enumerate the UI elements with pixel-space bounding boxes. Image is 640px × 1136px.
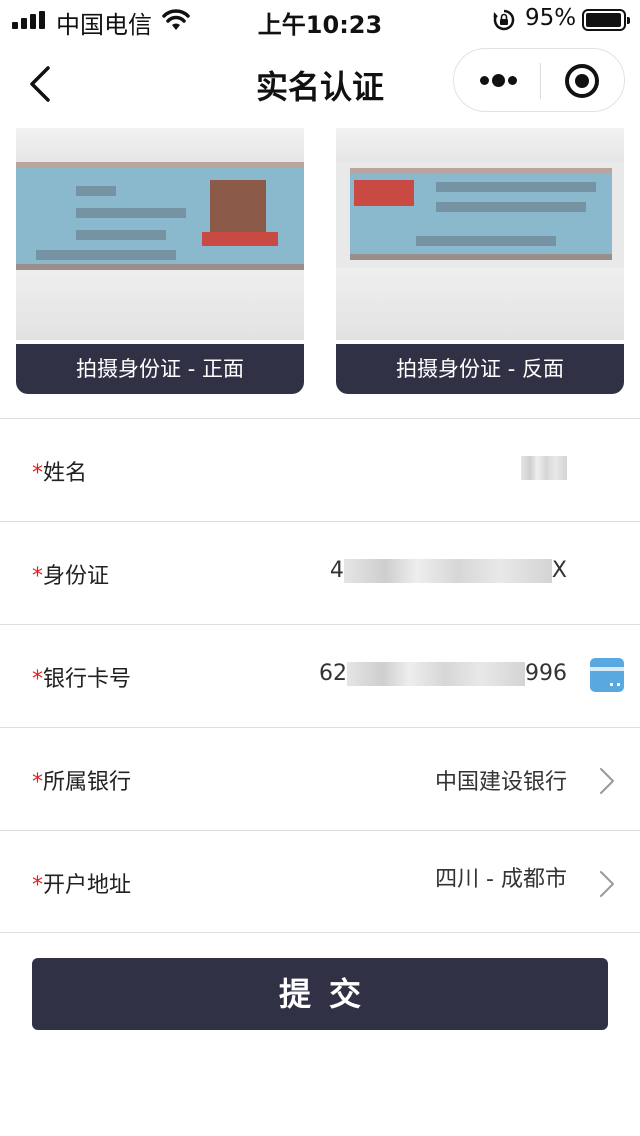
address-label: *开户地址 xyxy=(32,873,132,898)
masked-name xyxy=(521,456,567,480)
status-bar: 中国电信 上午10:23 95% xyxy=(0,0,640,40)
battery-percent: 95% xyxy=(525,5,577,31)
nav-bar: 实名认证 xyxy=(0,40,640,124)
bank-value: 中国建设银行 xyxy=(434,770,567,795)
bank-card-value: 62 996 xyxy=(319,661,567,686)
submit-button[interactable]: 提交 xyxy=(32,958,608,1030)
bank-row[interactable]: *所属银行 中国建设银行 xyxy=(0,727,640,830)
name-value xyxy=(521,455,567,480)
id-card-back-photo xyxy=(336,128,624,340)
bank-card-label: *银行卡号 xyxy=(32,667,132,692)
id-number-row[interactable]: *身份证 4X xyxy=(0,521,640,624)
id-card-front-upload[interactable]: 拍摄身份证 - 正面 xyxy=(16,128,304,394)
masked-card-digits xyxy=(347,662,525,686)
address-row[interactable]: *开户地址 四川 - 成都市 xyxy=(0,830,640,933)
name-label: *姓名 xyxy=(32,461,88,486)
id-card-back-caption: 拍摄身份证 - 反面 xyxy=(336,344,624,394)
battery-icon xyxy=(582,9,630,31)
id-card-back-upload[interactable]: 拍摄身份证 - 反面 xyxy=(336,128,624,394)
id-number-label: *身份证 xyxy=(32,564,110,589)
mini-program-capsule xyxy=(453,48,625,112)
close-button[interactable] xyxy=(541,49,626,113)
verification-form: *姓名 *身份证 4X *银行卡号 62 996 *所属银行 中国建设银行 *开户… xyxy=(0,418,640,933)
bank-card-row[interactable]: *银行卡号 62 996 xyxy=(0,624,640,727)
name-row[interactable]: *姓名 xyxy=(0,418,640,521)
address-value: 四川 - 成都市 xyxy=(435,867,567,892)
rotation-lock-icon xyxy=(493,9,515,31)
chevron-right-icon[interactable] xyxy=(598,869,616,899)
more-button[interactable] xyxy=(454,49,540,113)
bank-label: *所属银行 xyxy=(32,770,132,795)
masked-id-digits xyxy=(343,559,552,583)
chevron-right-icon[interactable] xyxy=(598,766,616,796)
id-card-front-caption: 拍摄身份证 - 正面 xyxy=(16,344,304,394)
id-card-front-photo xyxy=(16,128,304,340)
bank-card-icon[interactable] xyxy=(590,658,624,692)
id-number-value: 4X xyxy=(329,558,567,583)
